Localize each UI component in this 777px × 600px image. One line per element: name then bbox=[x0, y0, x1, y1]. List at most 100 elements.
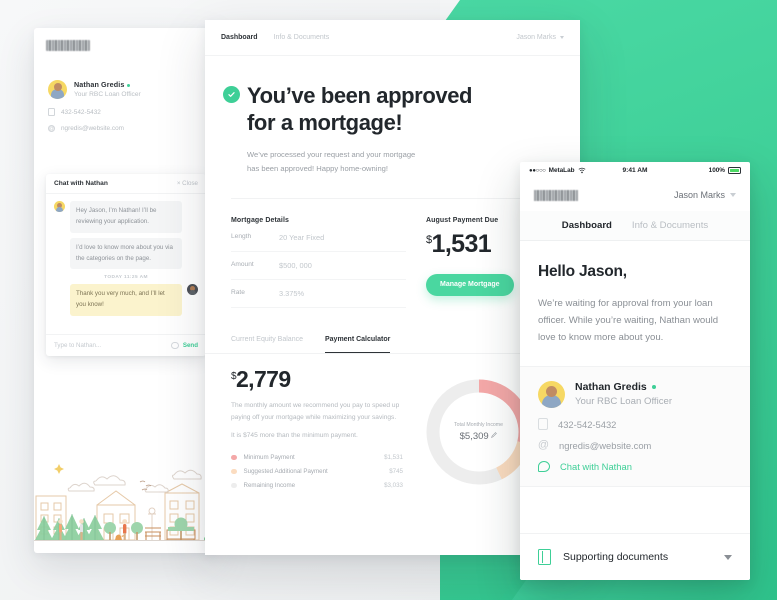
user-menu[interactable]: Jason Marks bbox=[516, 34, 564, 41]
chat-header: Chat with Nathan × Close bbox=[46, 174, 206, 194]
officer-role: Your RBC Loan Officer bbox=[575, 396, 673, 408]
wifi-icon bbox=[578, 167, 585, 174]
row-value: $500, 000 bbox=[279, 260, 312, 270]
check-circle-icon bbox=[223, 86, 240, 103]
tab-dashboard[interactable]: Dashboard bbox=[221, 34, 258, 41]
phone-icon bbox=[538, 418, 548, 431]
chat-timestamp: TODAY 11:25 AM bbox=[104, 275, 148, 281]
row-value: 20 Year Fixed bbox=[279, 232, 325, 242]
city-illustration bbox=[34, 458, 216, 553]
legend-item: Remaining Income $3,033 bbox=[231, 478, 403, 492]
chat-with-nathan-link[interactable]: Chat with Nathan bbox=[538, 461, 732, 473]
battery-icon bbox=[728, 167, 741, 174]
legend-value: $3,033 bbox=[384, 481, 403, 489]
user-menu[interactable]: Jason Marks bbox=[674, 190, 736, 200]
donut-title: Total Monthly Income bbox=[453, 421, 503, 428]
officer-identity: Nathan Gredis Your RBC Loan Officer bbox=[48, 80, 204, 99]
chevron-down-icon bbox=[730, 193, 736, 197]
mortgage-details-panel: Mortgage Details Length 20 Year Fixed Am… bbox=[231, 217, 406, 308]
officer-email: ngredis@website.com bbox=[559, 440, 652, 452]
user-name: Jason Marks bbox=[673, 190, 725, 200]
company-logo[interactable] bbox=[534, 189, 578, 201]
mortgage-details-title: Mortgage Details bbox=[231, 216, 289, 224]
row-key: Amount bbox=[231, 260, 254, 268]
officer-email: ngredis@website.com bbox=[61, 125, 124, 132]
phone-icon bbox=[48, 108, 55, 116]
table-row: Length 20 Year Fixed bbox=[231, 224, 406, 252]
row-key: Rate bbox=[231, 288, 245, 296]
avatar bbox=[538, 381, 565, 409]
chevron-down-icon[interactable] bbox=[724, 554, 732, 560]
legend-label: Suggested Additional Payment bbox=[243, 467, 328, 475]
officer-identity: Nathan Gredis Your RBC Loan Officer bbox=[538, 381, 732, 409]
tab-payment-calculator[interactable]: Payment Calculator bbox=[324, 336, 391, 353]
officer-card: Nathan Gredis Your RBC Loan Officer 432-… bbox=[520, 366, 750, 488]
company-logo[interactable] bbox=[46, 40, 90, 51]
at-icon: @ bbox=[48, 125, 55, 132]
row-key: Length bbox=[231, 232, 252, 240]
legend-value: $745 bbox=[389, 467, 403, 475]
status-bar: ●●○○○ MetaLab 9:41 AM 100% bbox=[520, 162, 750, 179]
legend-label: Minimum Payment bbox=[243, 453, 295, 461]
send-button[interactable]: Send bbox=[183, 342, 198, 349]
chat-input-bar[interactable]: Type to Nathan... Send bbox=[46, 334, 206, 356]
screenshot-stage: Nathan Gredis Your RBC Loan Officer 432-… bbox=[0, 0, 777, 600]
top-navigation: Dashboard Info & Documents Jason Marks bbox=[205, 20, 580, 56]
hero-section: You’ve been approved for a mortgage! We’… bbox=[205, 56, 580, 176]
legend-swatch bbox=[231, 468, 237, 475]
carrier-name: MetaLab bbox=[548, 167, 575, 174]
greeting-body: We’re waiting for approval from your loa… bbox=[538, 298, 719, 344]
supporting-documents-label: Supporting documents bbox=[563, 551, 669, 563]
signal-dots-icon: ●●○○○ bbox=[529, 167, 546, 174]
supporting-documents-row[interactable]: Supporting documents bbox=[520, 533, 750, 580]
loan-officer-card: Nathan Gredis Your RBC Loan Officer 432-… bbox=[48, 80, 204, 132]
left-window: Nathan Gredis Your RBC Loan Officer 432-… bbox=[34, 28, 216, 553]
donut-value: $5,309 bbox=[460, 431, 498, 442]
phone-tabs: Dashboard Info & Documents bbox=[520, 211, 750, 241]
officer-phone-row[interactable]: 432-542-5432 bbox=[538, 418, 732, 431]
chat-bubble: Hey Jason, I’m Nathan! I’ll be reviewing… bbox=[70, 201, 182, 233]
page-title: You’ve been approved for a mortgage! bbox=[247, 82, 554, 137]
amount-value: 1,531 bbox=[431, 229, 492, 258]
chat-message: Hey Jason, I’m Nathan! I’ll be reviewing… bbox=[54, 201, 198, 233]
tab-info-documents[interactable]: Info & Documents bbox=[274, 34, 330, 41]
status-battery: 100% bbox=[709, 167, 741, 174]
chat-message: Thank you very much, and I’ll let you kn… bbox=[54, 284, 198, 317]
chat-bubble: Thank you very much, and I’ll let you kn… bbox=[70, 284, 182, 317]
phone-mockup: ●●○○○ MetaLab 9:41 AM 100% Jason Marks D… bbox=[520, 162, 750, 580]
table-row: Rate 3.375% bbox=[231, 280, 406, 308]
calculator-left: $2,779 The monthly amount we recommend y… bbox=[231, 365, 403, 493]
chart-legend: Minimum Payment $1,531 Suggested Additio… bbox=[231, 450, 403, 492]
amount-value: 2,779 bbox=[235, 365, 291, 392]
officer-email-row[interactable]: @ ngredis@website.com bbox=[538, 440, 732, 452]
officer-phone: 432-542-5432 bbox=[558, 418, 617, 430]
legend-item: Suggested Additional Payment $745 bbox=[231, 464, 403, 478]
battery-percent: 100% bbox=[708, 167, 725, 174]
row-value: 3.375% bbox=[279, 288, 305, 298]
status-carrier: ●●○○○ MetaLab bbox=[529, 167, 586, 174]
phone-body: Hello Jason, We’re waiting for approval … bbox=[520, 241, 750, 346]
avatar bbox=[48, 80, 67, 99]
chat-link-label: Chat with Nathan bbox=[560, 461, 632, 473]
officer-email-row[interactable]: @ ngredis@website.com bbox=[48, 125, 204, 132]
chat-input[interactable]: Type to Nathan... bbox=[54, 342, 167, 349]
phone-header: Jason Marks bbox=[520, 179, 750, 211]
chat-bubble-icon bbox=[538, 461, 550, 473]
tab-current-equity-balance[interactable]: Current Equity Balance bbox=[231, 336, 303, 353]
manage-mortgage-button[interactable]: Manage Mortgage bbox=[426, 273, 514, 296]
calculator-amount: $2,779 bbox=[231, 365, 403, 392]
online-dot-icon bbox=[127, 83, 131, 87]
chat-messages: Hey Jason, I’m Nathan! I’ll be reviewing… bbox=[46, 194, 206, 317]
user-name: Jason Marks bbox=[516, 34, 556, 41]
emoji-icon[interactable] bbox=[171, 341, 179, 350]
avatar bbox=[187, 284, 198, 296]
tab-dashboard[interactable]: Dashboard bbox=[562, 220, 612, 231]
tab-info-documents[interactable]: Info & Documents bbox=[632, 220, 708, 231]
documents-icon bbox=[538, 549, 551, 565]
pencil-icon bbox=[491, 431, 498, 438]
chat-close-button[interactable]: × Close bbox=[177, 180, 198, 187]
officer-phone-row[interactable]: 432-542-5432 bbox=[48, 108, 204, 116]
legend-item: Minimum Payment $1,531 bbox=[231, 450, 403, 464]
officer-role: Your RBC Loan Officer bbox=[74, 91, 141, 98]
calculator-description: The monthly amount we recommend you pay … bbox=[231, 401, 400, 422]
